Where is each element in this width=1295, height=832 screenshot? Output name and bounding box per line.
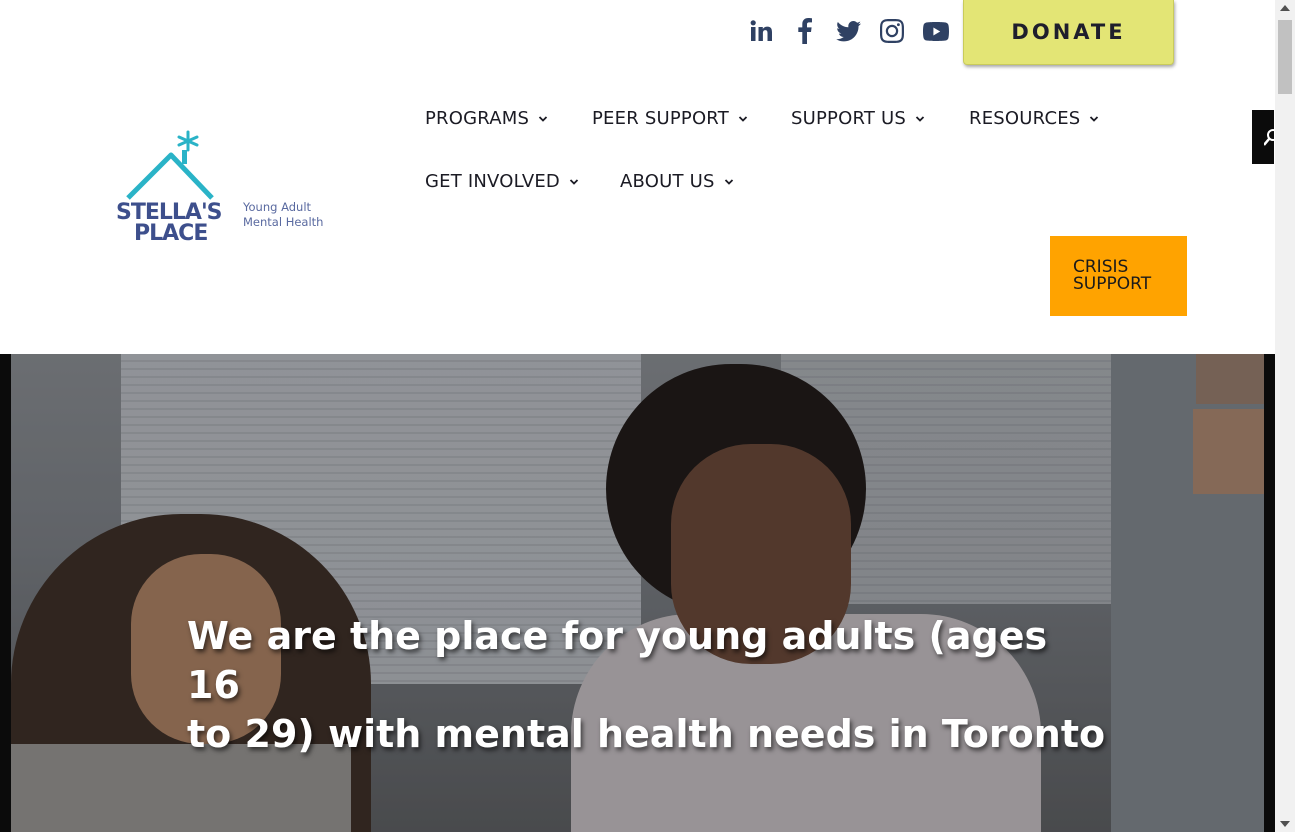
donate-button[interactable]: DONATE	[963, 0, 1174, 65]
nav-label: GET INVOLVED	[425, 171, 560, 192]
logo-tagline: Young Adult Mental Health	[243, 200, 323, 230]
scroll-up-arrow-icon[interactable]	[1280, 5, 1290, 11]
crisis-support-button[interactable]: CRISIS SUPPORT	[1050, 236, 1187, 316]
hero-section: We are the place for young adults (ages …	[0, 354, 1275, 832]
youtube-icon[interactable]	[914, 16, 958, 46]
crisis-line-2: SUPPORT	[1073, 274, 1152, 294]
chevron-down-icon	[1090, 115, 1099, 122]
hero-title-line-2: to 29) with mental health needs in Toron…	[187, 712, 1106, 756]
stellas-place-logo[interactable]: STELLA'S PLACE	[116, 128, 336, 248]
facebook-icon[interactable]	[784, 16, 828, 46]
hero-image	[11, 354, 1264, 832]
svg-text:PLACE: PLACE	[134, 221, 207, 246]
hero-title: We are the place for young adults (ages …	[187, 612, 1107, 759]
chevron-down-icon	[915, 115, 925, 122]
nav-label: PROGRAMS	[425, 108, 530, 129]
nav-get-involved[interactable]: GET INVOLVED	[425, 171, 579, 192]
chevron-down-icon	[724, 178, 733, 185]
nav-label: SUPPORT US	[791, 108, 906, 129]
scrollbar-thumb[interactable]	[1278, 20, 1292, 94]
twitter-icon[interactable]	[827, 16, 871, 46]
tagline-line-1: Young Adult	[243, 200, 312, 214]
scroll-down-arrow-icon[interactable]	[1280, 821, 1290, 827]
nav-resources[interactable]: RESOURCES	[969, 108, 1099, 129]
nav-programs[interactable]: PROGRAMS	[425, 108, 548, 129]
nav-label: PEER SUPPORT	[592, 108, 729, 129]
nav-label: ABOUT US	[620, 171, 715, 192]
nav-label: RESOURCES	[969, 108, 1081, 129]
tagline-line-2: Mental Health	[243, 215, 324, 229]
search-icon	[1264, 129, 1274, 146]
logo-mark: STELLA'S PLACE	[116, 130, 223, 246]
instagram-icon[interactable]	[871, 16, 915, 46]
hero-title-line-1: We are the place for young adults (ages …	[187, 614, 1048, 707]
chevron-down-icon	[538, 115, 548, 122]
nav-peer-support[interactable]: PEER SUPPORT	[592, 108, 748, 129]
linkedin-icon[interactable]	[740, 16, 784, 46]
social-links	[740, 16, 958, 46]
search-toggle[interactable]	[1252, 110, 1274, 164]
page-scrollbar[interactable]	[1275, 0, 1295, 832]
chevron-down-icon	[569, 178, 579, 185]
nav-about-us[interactable]: ABOUT US	[620, 171, 734, 192]
chevron-down-icon	[738, 115, 748, 122]
nav-support-us[interactable]: SUPPORT US	[791, 108, 925, 129]
